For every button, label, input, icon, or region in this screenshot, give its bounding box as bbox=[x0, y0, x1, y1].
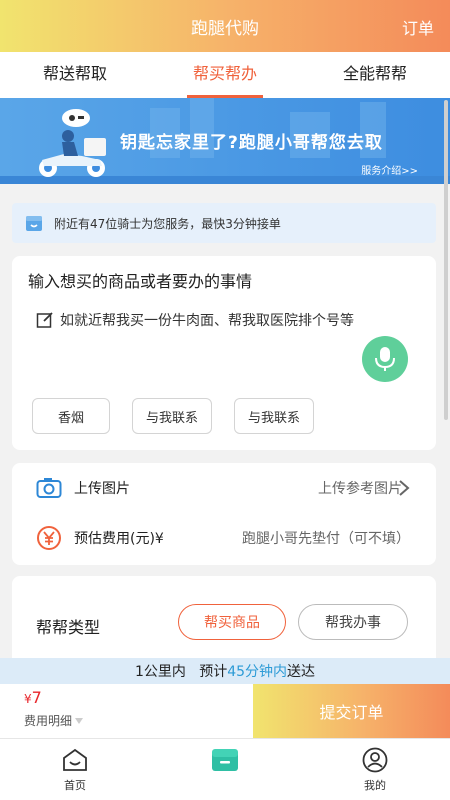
tab-deliver-pickup[interactable]: 帮送帮取 bbox=[0, 52, 150, 98]
request-placeholder: 如就近帮我买一份牛肉面、帮我取医院排个号等 bbox=[60, 313, 354, 329]
promo-banner[interactable]: 钥匙忘家里了?跑腿小哥帮您去取 服务介绍>> bbox=[0, 98, 450, 184]
edit-icon bbox=[36, 312, 53, 328]
riders-notice-text: 附近有47位骑士为您服务，最快3分钟接单 bbox=[54, 216, 281, 231]
details-card: 上传图片 上传参考图片 预估费用(元)¥ 跑腿小哥先垫付（可不填） bbox=[12, 463, 436, 565]
price-value: 7 bbox=[31, 688, 42, 707]
chevron-down-icon bbox=[75, 717, 84, 724]
app-header: 跑腿代购 订单 bbox=[0, 0, 450, 52]
delivery-box-icon bbox=[26, 216, 42, 231]
request-card: 输入想买的商品或者要办的事情 如就近帮我买一份牛肉面、帮我取医院排个号等 香烟 … bbox=[12, 256, 436, 450]
bottom-nav: 首页 我的 bbox=[0, 738, 450, 800]
scooter-rider-icon bbox=[39, 109, 106, 177]
fee-detail-label: 费用明细 bbox=[24, 714, 73, 728]
upload-image-label: 上传图片 bbox=[74, 481, 130, 497]
voice-input-button[interactable] bbox=[362, 336, 408, 382]
delivery-eta: 45分钟内 bbox=[227, 664, 288, 680]
home-icon bbox=[63, 748, 87, 771]
riders-notice: 附近有47位骑士为您服务，最快3分钟接单 bbox=[12, 203, 436, 243]
profile-icon bbox=[362, 747, 388, 773]
chevron-right-icon bbox=[399, 480, 410, 496]
chip-contact-me[interactable]: 与我联系 bbox=[132, 398, 212, 434]
nav-home-label: 首页 bbox=[64, 779, 86, 792]
help-type-run-errand[interactable]: 帮我办事 bbox=[298, 604, 408, 640]
order-box-icon bbox=[212, 749, 238, 771]
request-question: 输入想买的商品或者要办的事情 bbox=[28, 272, 253, 291]
quick-chips: 香烟 与我联系 与我联系 bbox=[32, 398, 336, 434]
estimated-fee-row[interactable]: 预估费用(元)¥ 跑腿小哥先垫付（可不填） bbox=[12, 513, 436, 563]
orders-link[interactable]: 订单 bbox=[402, 15, 434, 39]
camera-icon bbox=[36, 478, 62, 498]
service-intro-link[interactable]: 服务介绍>> bbox=[361, 162, 418, 177]
delivery-estimate: 1公里内 预计 45分钟内 送达 bbox=[0, 658, 450, 684]
nav-profile-label: 我的 bbox=[364, 779, 386, 792]
price-amount: ¥7 bbox=[24, 688, 42, 707]
nav-home[interactable]: 首页 bbox=[0, 739, 150, 800]
submit-order-button[interactable]: 提交订单 bbox=[253, 684, 450, 738]
tab-all-round-help[interactable]: 全能帮帮 bbox=[300, 52, 450, 98]
currency-symbol: ¥ bbox=[24, 692, 32, 706]
service-tabs: 帮送帮取 帮买帮办 全能帮帮 bbox=[0, 52, 450, 98]
nav-orders[interactable] bbox=[150, 739, 300, 800]
fee-detail-toggle[interactable]: 费用明细 bbox=[24, 712, 84, 729]
price-summary: ¥7 费用明细 bbox=[0, 684, 253, 738]
chip-contact-me-2[interactable]: 与我联系 bbox=[234, 398, 314, 434]
delivery-suffix: 送达 bbox=[287, 664, 316, 680]
estimated-fee-value: 跑腿小哥先垫付（可不填） bbox=[242, 531, 410, 547]
banner-headline: 钥匙忘家里了?跑腿小哥帮您去取 bbox=[120, 133, 383, 153]
request-input[interactable]: 如就近帮我买一份牛肉面、帮我取医院排个号等 bbox=[36, 310, 354, 330]
help-type-buy-goods[interactable]: 帮买商品 bbox=[178, 604, 286, 640]
estimated-fee-label: 预估费用(元)¥ bbox=[74, 531, 164, 547]
tab-buy-errand[interactable]: 帮买帮办 bbox=[150, 52, 300, 98]
scrollbar[interactable] bbox=[444, 100, 448, 420]
delivery-prefix: 1公里内 预计 bbox=[134, 664, 228, 680]
yuan-coin-icon bbox=[37, 526, 61, 550]
microphone-icon bbox=[375, 347, 395, 371]
upload-image-value: 上传参考图片 bbox=[318, 481, 402, 497]
page-title: 跑腿代购 bbox=[191, 18, 259, 39]
chip-cigarettes[interactable]: 香烟 bbox=[32, 398, 110, 434]
upload-image-row[interactable]: 上传图片 上传参考图片 bbox=[12, 463, 436, 513]
nav-profile[interactable]: 我的 bbox=[300, 739, 450, 800]
help-type-label: 帮帮类型 bbox=[36, 618, 101, 637]
checkout-bar: ¥7 费用明细 提交订单 bbox=[0, 684, 450, 738]
